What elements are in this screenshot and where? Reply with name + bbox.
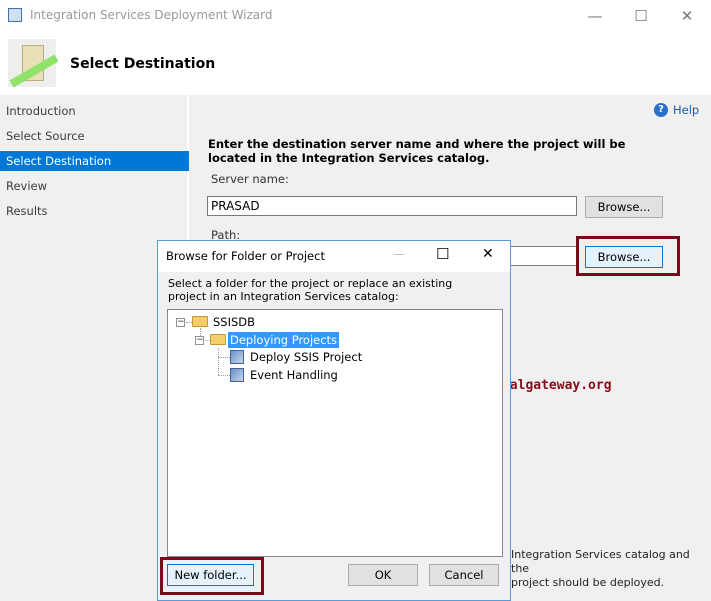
footer-line-2: project should be deployed.: [511, 576, 665, 589]
nav-item-review[interactable]: Review: [0, 176, 189, 196]
dialog-maximize-button[interactable]: ☐: [436, 245, 449, 263]
dialog-prompt: Select a folder for the project or repla…: [168, 277, 453, 303]
collapse-icon[interactable]: −: [195, 336, 204, 345]
page-title: Select Destination: [70, 56, 216, 72]
highlight-box: [576, 236, 680, 276]
dialog-close-button[interactable]: ✕: [482, 246, 494, 262]
dialog-title-bar: Browse for Folder or Project — ☐ ✕: [158, 241, 510, 272]
help-label: Help: [673, 103, 700, 117]
cancel-button[interactable]: Cancel: [429, 564, 499, 586]
browse-server-button[interactable]: Browse...: [585, 196, 663, 218]
server-name-label: Server name:: [211, 172, 289, 186]
nav-item-select-destination[interactable]: Select Destination: [0, 151, 189, 171]
dialog-minimize-button[interactable]: —: [393, 247, 405, 261]
wizard-banner-icon: [8, 39, 59, 88]
dialog-title: Browse for Folder or Project: [166, 249, 325, 263]
title-bar: Integration Services Deployment Wizard —…: [0, 0, 711, 32]
footer-text: Integration Services catalog and the pro…: [511, 548, 711, 590]
help-link[interactable]: ? Help: [654, 103, 699, 117]
tree-node-project[interactable]: Event Handling: [248, 367, 340, 383]
instructions: Enter the destination server name and wh…: [208, 137, 626, 165]
project-icon: [230, 368, 244, 382]
nav-item-introduction[interactable]: Introduction: [0, 101, 189, 121]
help-icon: ?: [654, 103, 668, 117]
highlight-box: [160, 557, 264, 595]
folder-tree[interactable]: − SSISDB − Deploying Projects Deploy SSI…: [167, 309, 503, 557]
folder-icon: [192, 316, 208, 327]
collapse-icon[interactable]: −: [176, 318, 185, 327]
footer-line-1: Integration Services catalog and the: [511, 548, 690, 575]
folder-icon: [210, 334, 226, 345]
ok-button[interactable]: OK: [348, 564, 418, 586]
maximize-button[interactable]: ☐: [618, 4, 664, 28]
window-title: Integration Services Deployment Wizard: [30, 8, 273, 22]
server-name-input[interactable]: PRASAD: [207, 196, 577, 216]
tree-node-deploying-projects[interactable]: Deploying Projects: [228, 332, 340, 348]
project-icon: [230, 350, 244, 364]
nav-item-results[interactable]: Results: [0, 201, 189, 221]
nav-item-select-source[interactable]: Select Source: [0, 126, 189, 146]
tree-node-project[interactable]: Deploy SSIS Project: [248, 349, 364, 365]
minimize-button[interactable]: —: [572, 4, 618, 28]
browse-folder-dialog: Browse for Folder or Project — ☐ ✕ Selec…: [157, 240, 511, 601]
wizard-app-icon: [8, 8, 22, 22]
tree-node-ssisdb[interactable]: SSISDB: [211, 314, 257, 330]
wizard-header: Select Destination: [0, 32, 711, 95]
close-button[interactable]: ✕: [664, 4, 710, 28]
